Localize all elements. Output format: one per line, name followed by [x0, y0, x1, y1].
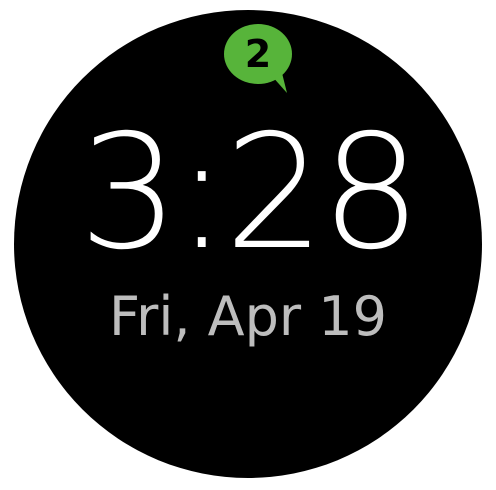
clock-date: Fri, Apr 19	[109, 285, 387, 348]
clock-time: 3:28	[78, 101, 422, 285]
notification-count: 2	[244, 32, 272, 76]
notification-badge[interactable]: 2	[215, 23, 301, 97]
